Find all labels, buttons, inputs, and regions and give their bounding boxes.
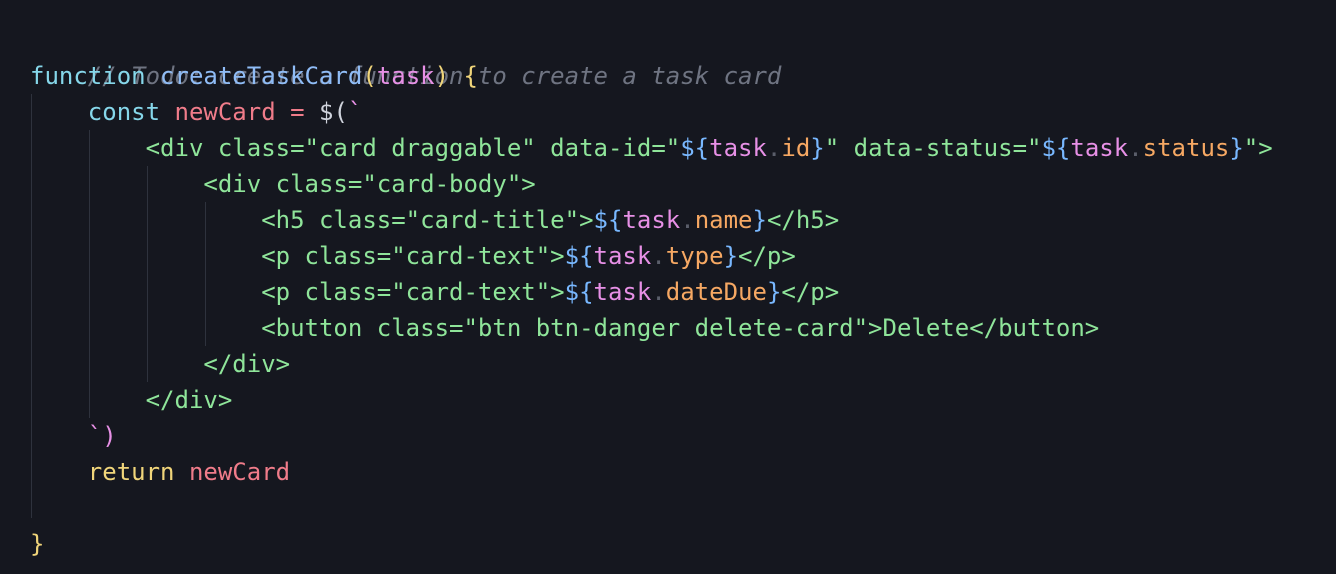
template-text: <div class="card draggable" data-id=" xyxy=(145,134,681,162)
interp-close: } xyxy=(752,206,767,234)
code-line-4: <div class="card draggable" data-id="${t… xyxy=(30,130,1273,166)
code-line-7: <p class="card-text">${task.type}</p> xyxy=(30,238,796,274)
var-newcard: newCard xyxy=(188,458,291,486)
prop-name: name xyxy=(694,206,753,234)
function-name: createTaskCard xyxy=(160,62,363,90)
jquery-call: $( xyxy=(319,98,348,126)
backtick-open: ` xyxy=(347,98,363,126)
template-text: </div> xyxy=(203,350,291,378)
code-line-11: </div> xyxy=(30,382,233,418)
keyword-const: const xyxy=(87,98,161,126)
dot: . xyxy=(680,206,695,234)
dot: . xyxy=(766,134,782,162)
paren-close: ) xyxy=(102,422,117,450)
operator-equals: = xyxy=(290,98,305,126)
template-text: <h5 class="card-title"> xyxy=(261,206,594,234)
template-text: </h5> xyxy=(766,206,840,234)
brace-close: } xyxy=(30,530,45,558)
dot: . xyxy=(651,278,666,306)
code-line-15: } xyxy=(30,526,44,562)
interp-close: } xyxy=(723,242,739,270)
template-text: <button class="btn btn-danger delete-car… xyxy=(261,314,1100,342)
code-line-13: return newCard xyxy=(30,454,290,490)
interp-open: ${ xyxy=(1041,134,1071,162)
dot: . xyxy=(1128,134,1143,162)
template-text: "> xyxy=(1243,134,1273,162)
template-text: </div> xyxy=(145,386,233,414)
prop-status: status xyxy=(1142,134,1230,162)
keyword-function: function xyxy=(30,62,146,90)
interp-open: ${ xyxy=(564,278,594,306)
code-line-3: const newCard = $(` xyxy=(30,94,363,130)
task-ref: task xyxy=(1070,134,1129,162)
task-ref: task xyxy=(593,242,652,270)
code-line-1: // Todo: create a function to create a t… xyxy=(30,22,782,90)
task-ref: task xyxy=(622,206,681,234)
paren-open: ( xyxy=(362,62,377,90)
interp-close: } xyxy=(1229,134,1244,162)
template-text: </p> xyxy=(781,278,840,306)
code-line-9: <button class="btn btn-danger delete-car… xyxy=(30,310,1099,346)
prop-id: id xyxy=(781,134,811,162)
interp-close: } xyxy=(810,134,825,162)
code-line-5: <div class="card-body"> xyxy=(30,166,536,202)
interp-open: ${ xyxy=(680,134,710,162)
template-text: </p> xyxy=(738,242,796,270)
interp-open: ${ xyxy=(564,242,594,270)
code-line-10: </div> xyxy=(30,346,290,382)
code-line-2: function createTaskCard(task) { xyxy=(30,58,478,94)
param-task: task xyxy=(376,62,435,90)
code-line-6: <h5 class="card-title">${task.name}</h5> xyxy=(30,202,839,238)
paren-close: ) xyxy=(434,62,450,90)
brace-open: { xyxy=(463,62,478,90)
code-editor[interactable]: // Todo: create a function to create a t… xyxy=(0,0,1336,574)
interp-close: } xyxy=(766,278,782,306)
template-text: <div class="card-body"> xyxy=(203,170,536,198)
code-line-12: `) xyxy=(30,418,117,454)
task-ref: task xyxy=(593,278,652,306)
keyword-return: return xyxy=(87,458,175,486)
prop-type: type xyxy=(665,242,724,270)
interp-open: ${ xyxy=(593,206,623,234)
template-text: <p class="card-text"> xyxy=(261,242,565,270)
dot: . xyxy=(651,242,666,270)
template-text: " data-status=" xyxy=(824,134,1042,162)
template-text: <p class="card-text"> xyxy=(261,278,565,306)
code-line-8: <p class="card-text">${task.dateDue}</p> xyxy=(30,274,839,310)
prop-datedue: dateDue xyxy=(665,278,767,306)
task-ref: task xyxy=(709,134,767,162)
var-newcard: newCard xyxy=(174,98,276,126)
backtick-close: ` xyxy=(87,422,103,450)
